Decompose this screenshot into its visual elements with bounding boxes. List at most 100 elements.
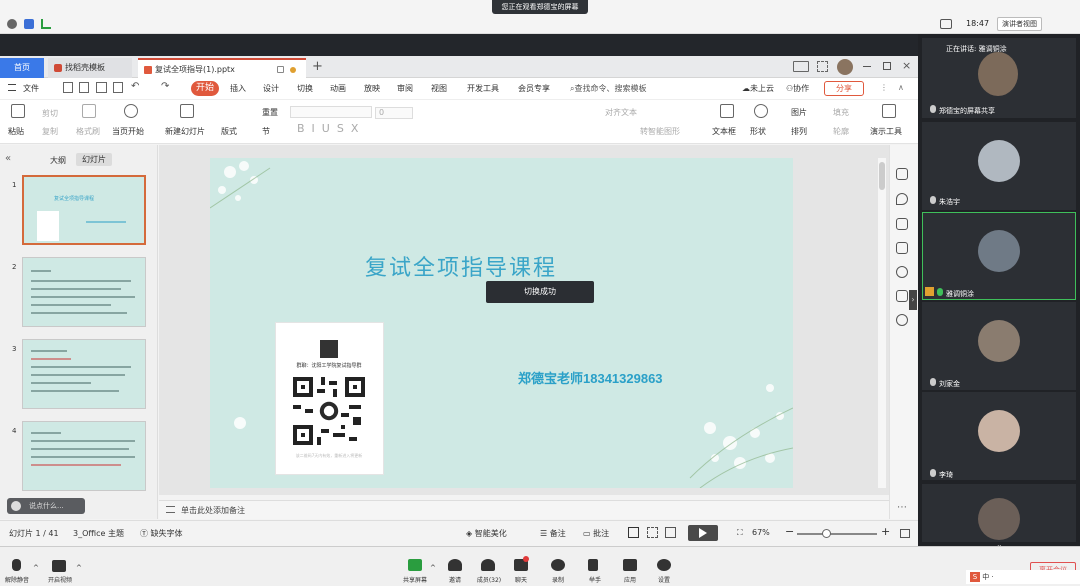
participant-card[interactable]	[922, 302, 1076, 390]
apps-button[interactable]: 应用	[615, 575, 645, 584]
help-icon[interactable]	[896, 314, 908, 326]
record-button[interactable]: 录制	[543, 575, 573, 584]
presentation-tools-icon[interactable]	[882, 104, 896, 118]
paste-button[interactable]: 粘贴	[8, 126, 24, 137]
window-layout-icon[interactable]	[793, 61, 809, 72]
unmute-button[interactable]: 解除静音	[2, 575, 32, 584]
menu-slideshow[interactable]: 放映	[364, 83, 380, 94]
notes-toggle[interactable]: ☰ 备注	[540, 528, 566, 539]
chevron-up-icon[interactable]: ^	[430, 564, 436, 572]
ime-status-bar[interactable]: S 中 ·	[966, 570, 1080, 584]
zoom-out-icon[interactable]: −	[785, 525, 794, 538]
hamburger-icon[interactable]	[8, 84, 16, 91]
slide-thumbnail-3[interactable]	[22, 339, 146, 409]
slide-title[interactable]: 复试全项指导课程	[365, 250, 557, 282]
text-box-icon[interactable]	[720, 104, 734, 118]
menu-insert[interactable]: 插入	[230, 83, 246, 94]
slide-thumbnail-2[interactable]	[22, 257, 146, 327]
play-from-current-icon[interactable]	[124, 104, 138, 118]
shield-icon[interactable]	[24, 19, 34, 29]
shape-icon[interactable]	[754, 104, 768, 118]
slide-library-icon[interactable]	[896, 290, 908, 302]
share-button[interactable]: 分享	[824, 81, 864, 96]
location-icon[interactable]	[896, 266, 908, 278]
invite-button[interactable]: 邀请	[440, 575, 470, 584]
menu-developer[interactable]: 开发工具	[467, 83, 499, 94]
members-icon[interactable]	[481, 559, 495, 571]
animation-panel-icon[interactable]	[896, 242, 908, 254]
play-from-current-button[interactable]: 当页开始	[112, 126, 144, 137]
tab-monitor-icon[interactable]	[277, 66, 284, 73]
fill-button[interactable]: 填充	[833, 107, 849, 118]
notes-area[interactable]	[159, 500, 889, 519]
settings-button[interactable]: 设置	[649, 575, 679, 584]
missing-font-button[interactable]: Ⓣ 缺失字体	[140, 528, 183, 539]
collapse-panel-icon[interactable]: «	[5, 153, 11, 164]
export-pdf-icon[interactable]	[79, 82, 89, 93]
tab-templates[interactable]: 找稻壳模板	[48, 58, 132, 78]
layout-button[interactable]: 版式	[221, 126, 237, 137]
camera-off-icon[interactable]	[52, 560, 66, 572]
shape-button[interactable]: 形状	[750, 126, 766, 137]
slide-thumbnail-1[interactable]: 复试全项指导课程	[22, 175, 146, 245]
members-button[interactable]: 成员(32)	[473, 575, 505, 584]
zoom-level[interactable]: 67%	[752, 528, 770, 537]
copy-button[interactable]: 复制	[42, 126, 58, 137]
tab-home[interactable]: 首页	[0, 58, 44, 78]
pin-icon[interactable]	[896, 193, 908, 205]
new-tab-button[interactable]: +	[312, 59, 323, 74]
canvas-scrollbar[interactable]	[878, 158, 886, 488]
hand-icon[interactable]	[588, 559, 598, 571]
tab-outline[interactable]: 大纲	[50, 155, 66, 166]
new-slide-icon[interactable]	[180, 104, 194, 118]
font-name-select[interactable]	[290, 106, 372, 118]
redo-icon[interactable]: ↷	[161, 81, 169, 92]
play-slideshow-button[interactable]	[688, 525, 718, 541]
align-text-button[interactable]: 对齐文本	[605, 107, 637, 118]
collab-button[interactable]: ⚇协作	[786, 83, 809, 94]
more-icon[interactable]: ⋮	[880, 83, 888, 92]
participant-card[interactable]	[922, 484, 1076, 542]
invite-icon[interactable]	[448, 559, 462, 571]
layout-icon[interactable]	[940, 19, 952, 29]
properties-icon[interactable]	[896, 168, 908, 180]
menu-design[interactable]: 设计	[263, 83, 279, 94]
fit-icon[interactable]: ⛶	[737, 528, 743, 538]
zoom-slider-knob[interactable]	[822, 529, 831, 538]
cloud-status[interactable]: ☁未上云	[742, 83, 774, 94]
font-size-select[interactable]: 0	[375, 107, 413, 119]
slide-teacher-contact[interactable]: 郑德宝老师18341329863	[518, 368, 663, 387]
comments-toggle[interactable]: ▭ 批注	[583, 528, 609, 539]
new-slide-button[interactable]: 新建幻灯片	[165, 126, 205, 137]
collapse-ribbon-icon[interactable]: ∧	[898, 83, 904, 92]
settings-icon[interactable]	[657, 559, 671, 571]
participant-card[interactable]	[922, 392, 1076, 480]
sorter-view-icon[interactable]	[647, 527, 658, 538]
user-avatar[interactable]	[837, 59, 853, 75]
mic-muted-icon[interactable]	[12, 559, 21, 571]
chevron-up-icon[interactable]: ^	[33, 564, 39, 572]
chat-button[interactable]: 聊天	[506, 575, 536, 584]
share-screen-button[interactable]: 共享屏幕	[400, 575, 430, 584]
canvas-scroll-thumb[interactable]	[879, 162, 885, 190]
text-box-button[interactable]: 文本框	[712, 126, 736, 137]
menu-review[interactable]: 审阅	[397, 83, 413, 94]
menu-start[interactable]: 开始	[191, 81, 219, 96]
presentation-tools-button[interactable]: 演示工具	[870, 126, 902, 137]
panel-toggle-icon[interactable]: ›	[909, 290, 917, 310]
tab-slides[interactable]: 幻灯片	[76, 153, 112, 166]
apps-icon[interactable]	[623, 559, 637, 571]
menu-view[interactable]: 视图	[431, 83, 447, 94]
picture-button[interactable]: 图片	[791, 107, 807, 118]
undo-icon[interactable]: ↶	[131, 81, 139, 92]
emoji-icon[interactable]	[11, 501, 21, 511]
reset-button[interactable]: 重置	[262, 107, 278, 118]
start-video-button[interactable]: 开启视频	[45, 575, 75, 584]
cut-button[interactable]: 剪切	[42, 108, 58, 119]
menu-animation[interactable]: 动画	[330, 83, 346, 94]
slide-thumbnail-4[interactable]	[22, 421, 146, 491]
zoom-in-icon[interactable]: +	[881, 525, 890, 538]
menu-transition[interactable]: 切换	[297, 83, 313, 94]
menu-member[interactable]: 会员专享	[518, 83, 550, 94]
arrange-button[interactable]: 排列	[791, 126, 807, 137]
